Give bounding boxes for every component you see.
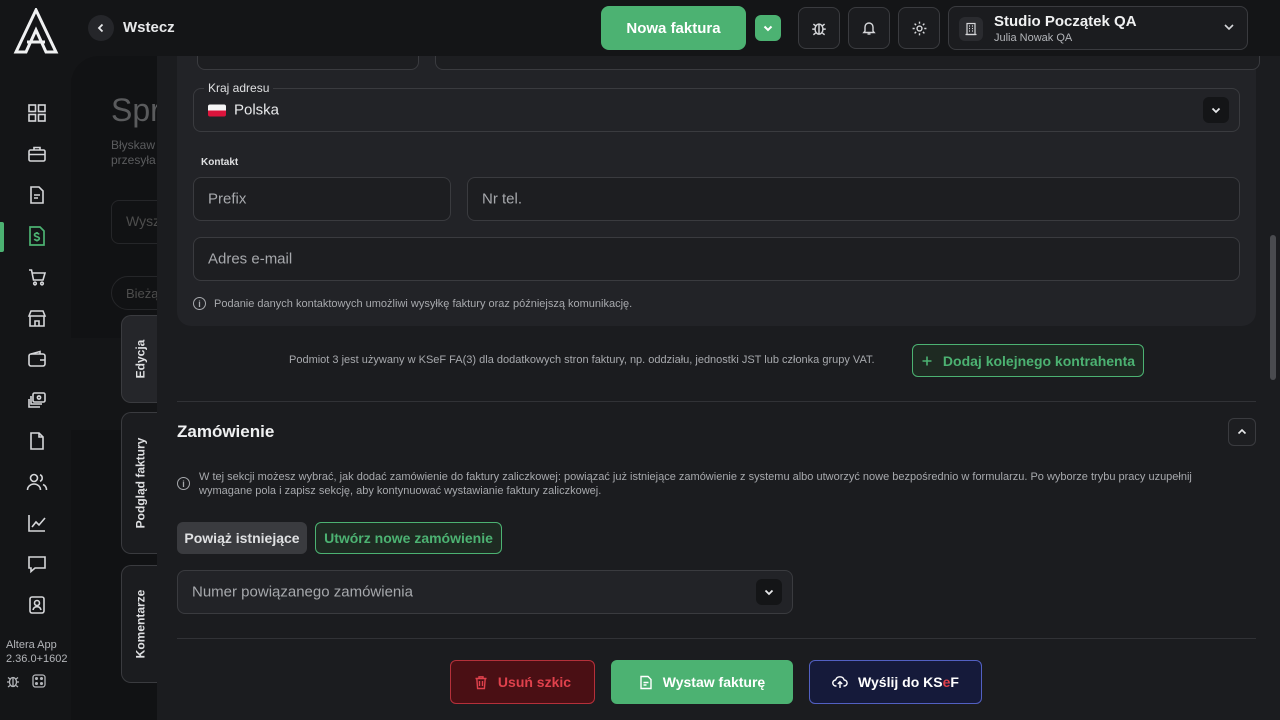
app-root: Altera App 2.36.0+1602 Spr Błyskaw przes…	[0, 0, 1280, 720]
phone-number-input[interactable]: Nr tel.	[467, 177, 1240, 221]
info-icon: i	[193, 297, 206, 310]
cash-stack-icon[interactable]	[25, 388, 49, 412]
contact-hint: i Podanie danych kontaktowych umożliwi w…	[193, 297, 632, 310]
country-value: Polska	[234, 101, 280, 119]
phone-prefix-input[interactable]: Prefix	[193, 177, 451, 221]
cloud-upload-icon	[832, 676, 848, 688]
new-invoice-menu-button[interactable]	[755, 15, 781, 41]
actions-divider	[177, 638, 1256, 639]
nav-active-indicator	[0, 222, 4, 252]
chevron-up-icon	[1237, 428, 1247, 435]
settings-button[interactable]	[898, 7, 940, 49]
organization-name: Studio Początek QA	[994, 13, 1137, 30]
app-version-name: Altera App	[6, 639, 57, 651]
trash-icon	[475, 675, 487, 689]
bug-icon[interactable]	[5, 673, 21, 689]
chevron-left-icon	[97, 23, 104, 33]
bug-icon	[812, 23, 826, 36]
tab-comments-label: Komentarze	[133, 589, 148, 659]
document-edit-icon	[640, 675, 652, 689]
chat-icon[interactable]	[25, 552, 49, 576]
scrollbar-track[interactable]	[1268, 56, 1280, 720]
issue-invoice-button[interactable]: Wystaw fakturę	[611, 660, 793, 704]
plus-icon	[922, 356, 932, 365]
section-divider	[177, 401, 1256, 402]
invoice-dollar-icon[interactable]	[25, 224, 49, 248]
chevron-down-icon	[1211, 107, 1221, 114]
bug-report-button[interactable]	[798, 7, 840, 49]
dashboard-icon[interactable]	[25, 101, 49, 125]
rail-footer-icons	[5, 673, 47, 689]
create-new-order-button[interactable]: Utwórz nowe zamówienie	[315, 522, 502, 554]
organization-user: Julia Nowak QA	[994, 32, 1073, 44]
app-version-number: 2.36.0+1602	[6, 653, 68, 665]
email-input[interactable]: Adres e-mail	[193, 237, 1240, 281]
chart-line-icon[interactable]	[25, 511, 49, 535]
link-existing-order-button[interactable]: Powiąż istniejące	[177, 522, 307, 554]
wallet-icon[interactable]	[25, 347, 49, 371]
clipped-field-left[interactable]	[197, 56, 419, 70]
back-button[interactable]	[88, 15, 114, 41]
send-to-ksef-suffix: F	[950, 674, 959, 690]
order-collapse-button[interactable]	[1228, 418, 1256, 446]
chevron-down-icon	[763, 25, 773, 32]
email-placeholder: Adres e-mail	[208, 250, 293, 268]
order-hint: i W tej sekcji możesz wybrać, jak dodać …	[177, 470, 1247, 498]
notifications-button[interactable]	[848, 7, 890, 49]
issue-invoice-label: Wystaw fakturę	[662, 674, 766, 690]
send-to-ksef-prefix: Wyślij do KS	[858, 674, 943, 690]
users-icon[interactable]	[25, 470, 49, 494]
poland-flag-icon	[208, 104, 226, 117]
dice-icon[interactable]	[31, 673, 47, 689]
tab-edit-label: Edycja	[133, 339, 148, 379]
bell-icon	[862, 22, 876, 35]
file-icon[interactable]	[25, 429, 49, 453]
tab-comments[interactable]: Komentarze	[121, 565, 159, 683]
order-hint-text: W tej sekcji możesz wybrać, jak dodać za…	[199, 471, 1192, 497]
third-party-note: Podmiot 3 jest używany w KSeF FA(3) dla …	[289, 354, 875, 366]
add-counterparty-button[interactable]: Dodaj kolejnego kontrahenta	[912, 344, 1144, 377]
briefcase-icon[interactable]	[25, 142, 49, 166]
invoice-form-panel: Kraj adresu Polska Kontakt Prefix Nr tel…	[157, 56, 1268, 720]
clipped-field-right[interactable]	[435, 56, 1260, 70]
info-icon: i	[177, 477, 190, 490]
nav-rail: Altera App 2.36.0+1602	[0, 0, 71, 720]
linked-order-placeholder: Numer powiązanego zamówienia	[192, 583, 413, 601]
delete-draft-label: Usuń szkic	[497, 674, 572, 690]
order-section-title: Zamówienie	[177, 422, 275, 441]
country-legend: Kraj adresu	[204, 81, 274, 95]
contact-card-icon[interactable]	[25, 593, 49, 617]
app-logo[interactable]	[12, 8, 60, 54]
phone-prefix-placeholder: Prefix	[208, 190, 247, 208]
add-counterparty-label: Dodaj kolejnego kontrahenta	[942, 352, 1136, 369]
document-check-icon[interactable]	[25, 183, 49, 207]
country-select[interactable]: Kraj adresu Polska	[193, 81, 1240, 132]
gear-icon	[912, 21, 926, 35]
chevron-down-icon	[764, 589, 774, 596]
country-dropdown-toggle[interactable]	[1203, 97, 1229, 123]
app-version: Altera App 2.36.0+1602	[6, 638, 67, 666]
store-icon[interactable]	[25, 306, 49, 330]
linked-order-dropdown-toggle[interactable]	[756, 579, 782, 605]
country-value-wrapper: Polska	[208, 102, 279, 119]
contact-hint-text: Podanie danych kontaktowych umożliwi wys…	[214, 297, 633, 310]
organization-switcher[interactable]: Studio Początek QA Julia Nowak QA	[948, 6, 1248, 50]
tab-invoice-preview-label: Podgląd faktury	[133, 437, 148, 529]
delete-draft-button[interactable]: Usuń szkic	[450, 660, 595, 704]
send-to-ksef-label: Wyślij do KSeF	[858, 674, 959, 690]
building-icon	[959, 17, 983, 41]
tab-edit[interactable]: Edycja	[121, 315, 159, 403]
cart-icon[interactable]	[25, 265, 49, 289]
send-to-ksef-button[interactable]: Wyślij do KSeF	[809, 660, 982, 704]
counterparty-card: Kraj adresu Polska Kontakt Prefix Nr tel…	[177, 56, 1260, 326]
tab-invoice-preview[interactable]: Podgląd faktury	[121, 412, 159, 554]
phone-number-placeholder: Nr tel.	[482, 190, 523, 208]
chevron-down-icon	[1224, 24, 1234, 31]
back-label[interactable]: Wstecz	[123, 19, 175, 36]
contact-section-label: Kontakt	[201, 157, 239, 168]
scrollbar-thumb[interactable]	[1270, 235, 1276, 380]
linked-order-select[interactable]: Numer powiązanego zamówienia	[177, 570, 793, 614]
new-invoice-button[interactable]: Nowa faktura	[601, 6, 746, 50]
